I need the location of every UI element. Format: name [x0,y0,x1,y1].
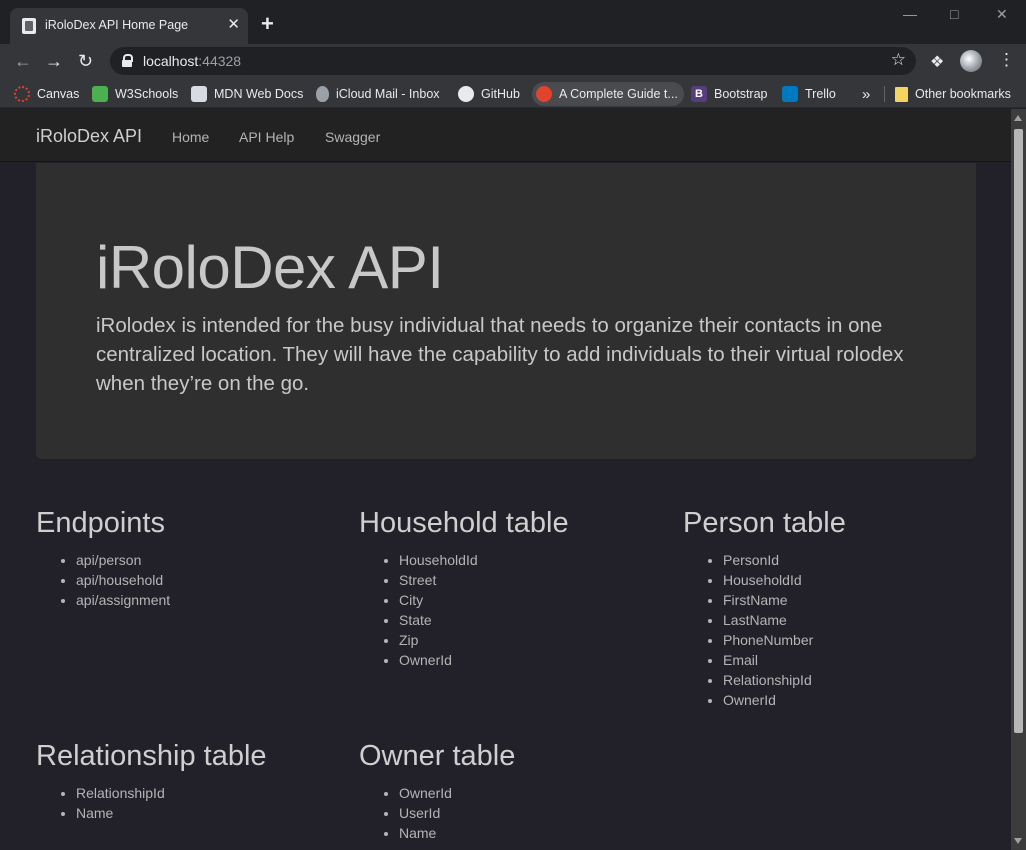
scroll-down-arrow-icon[interactable] [1014,838,1022,844]
endpoints-section: Endpoints api/person api/household api/a… [36,507,170,610]
forward-icon[interactable]: → [45,50,63,72]
window-close-icon[interactable]: ✕ [996,6,1008,23]
scroll-thumb[interactable] [1014,129,1023,733]
github-icon [458,86,474,102]
list-item: api/person [76,550,170,570]
list-item: PhoneNumber [723,630,846,650]
address-bar[interactable]: localhost:44328 ☆ [110,47,916,75]
url-text: localhost:44328 [143,53,242,69]
bookmark-canvas[interactable]: Canvas [14,84,79,104]
list-item: RelationshipId [76,783,267,803]
list-item: OwnerId [399,783,515,803]
list-item: HouseholdId [723,570,846,590]
person-fields-list: PersonId HouseholdId FirstName LastName … [683,550,846,710]
section-heading: Household table [359,507,569,539]
w3schools-icon [92,86,108,102]
apple-icon [316,86,329,102]
intro-paragraph: iRolodex is intended for the busy indivi… [96,314,904,395]
nav-link-home[interactable]: Home [172,129,209,145]
canvas-icon [14,86,30,102]
owner-fields-list: OwnerId UserId Name [359,783,515,843]
bookmark-complete-guide[interactable]: A Complete Guide t... [532,82,684,106]
bookmark-w3schools[interactable]: W3Schools [92,84,178,104]
css-tricks-icon [536,86,552,102]
browser-toolbar: ← → ↻ localhost:44328 ☆ ❖ ⋮ [0,44,1026,78]
page-title: iRoloDex API [96,234,444,301]
lock-icon [122,54,133,67]
site-navbar: iRoloDex API Home API Help Swagger [0,109,1011,162]
list-item: LastName [723,610,846,630]
scroll-up-arrow-icon[interactable] [1014,115,1022,121]
list-item: PersonId [723,550,846,570]
page-viewport: iRoloDex API Home API Help Swagger iRolo… [0,109,1011,850]
endpoints-list: api/person api/household api/assignment [36,550,170,610]
navbar-brand[interactable]: iRoloDex API [36,126,142,147]
list-item: Street [399,570,569,590]
list-item: Name [76,803,267,823]
reload-icon[interactable]: ↻ [78,50,93,72]
list-item: api/assignment [76,590,170,610]
list-item: City [399,590,569,610]
household-fields-list: HouseholdId Street City State Zip OwnerI… [359,550,569,670]
bookmark-icloud[interactable]: iCloud Mail - Inbox [316,84,440,104]
more-bookmarks-chevron-icon[interactable]: » [862,84,870,104]
extensions-puzzle-icon[interactable]: ❖ [930,52,944,72]
bookmark-mdn[interactable]: MDN Web Docs [191,84,303,104]
list-item: FirstName [723,590,846,610]
bookmark-other[interactable]: Other bookmarks [895,84,1011,104]
section-heading: Endpoints [36,507,165,539]
page-favicon-icon [22,18,36,34]
person-table-section: Person table PersonId HouseholdId FirstN… [683,507,846,710]
maximize-icon[interactable]: □ [950,6,958,22]
close-tab-icon[interactable]: ✕ [227,17,240,33]
vertical-scrollbar[interactable] [1011,109,1026,850]
section-heading: Owner table [359,740,516,772]
list-item: api/household [76,570,170,590]
nav-link-swagger[interactable]: Swagger [325,129,380,145]
list-item: UserId [399,803,515,823]
bookmark-bootstrap[interactable]: B Bootstrap [691,84,768,104]
new-tab-button[interactable]: + [261,13,274,35]
list-item: Email [723,650,846,670]
list-item: Zip [399,630,569,650]
jumbotron: iRoloDex API iRolodex is intended for th… [36,163,976,459]
list-item: OwnerId [399,650,569,670]
nav-link-api-help[interactable]: API Help [239,129,294,145]
folder-icon [895,86,908,102]
back-icon[interactable]: ← [14,50,32,72]
browser-titlebar: iRoloDex API Home Page ✕ + — □ ✕ [0,0,1026,44]
list-item: OwnerId [723,690,846,710]
trello-icon [782,86,798,102]
bookmark-star-icon[interactable]: ☆ [891,50,906,70]
minimize-icon[interactable]: — [903,6,917,22]
bootstrap-icon: B [691,86,707,102]
section-heading: Relationship table [36,740,267,772]
list-item: Name [399,823,515,843]
section-heading: Person table [683,507,846,539]
list-item: State [399,610,569,630]
browser-tab[interactable]: iRoloDex API Home Page ✕ [10,8,248,44]
profile-avatar[interactable] [960,50,982,72]
relationship-table-section: Relationship table RelationshipId Name [36,740,267,823]
tab-title: iRoloDex API Home Page [45,18,189,32]
bookmarks-divider [884,86,885,102]
owner-table-section: Owner table OwnerId UserId Name [359,740,515,843]
relationship-fields-list: RelationshipId Name [36,783,267,823]
household-table-section: Household table HouseholdId Street City … [359,507,569,670]
list-item: HouseholdId [399,550,569,570]
menu-dots-icon[interactable]: ⋮ [998,50,1015,70]
bookmark-github[interactable]: GitHub [458,84,520,104]
list-item: RelationshipId [723,670,846,690]
mdn-icon [191,86,207,102]
bookmarks-bar: Canvas W3Schools MDN Web Docs iCloud Mai… [0,78,1026,108]
bookmark-trello[interactable]: Trello [782,84,836,104]
